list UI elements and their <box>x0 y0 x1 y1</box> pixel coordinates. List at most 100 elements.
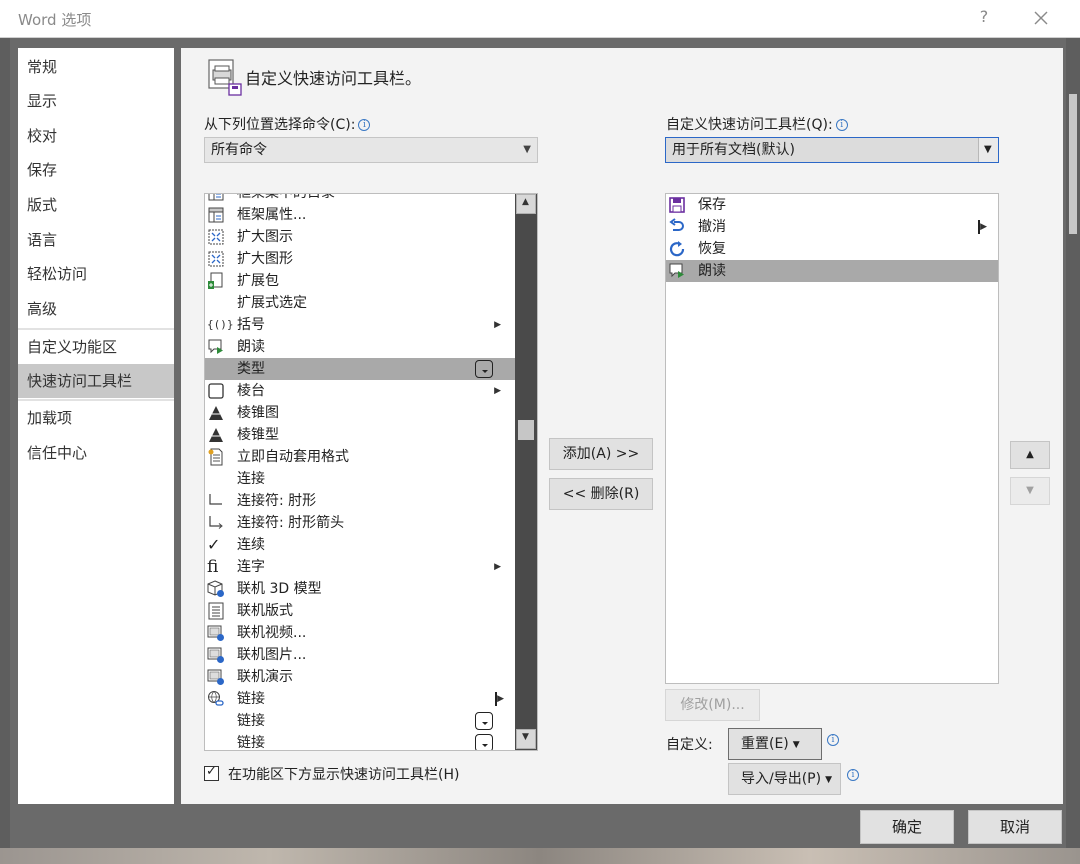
nav-item-general[interactable]: 常规 <box>18 50 174 84</box>
list-item[interactable]: 联机视频... <box>205 622 515 644</box>
list-item[interactable]: 扩展式选定 <box>205 292 515 314</box>
reset-dropdown[interactable]: 重置(E) ▼ <box>728 728 822 760</box>
scroll-down-button[interactable]: ▼ <box>516 729 536 749</box>
choose-commands-dropdown[interactable]: 所有命令 ▼ <box>204 137 538 163</box>
nav-item-display[interactable]: 显示 <box>18 84 174 118</box>
info-icon[interactable]: i <box>847 769 859 781</box>
list-item[interactable]: 棱锥图 <box>205 402 515 424</box>
list-item[interactable]: 朗读 <box>205 336 515 358</box>
show-below-ribbon-checkbox[interactable] <box>204 764 219 781</box>
toolbar-commands-list[interactable]: 保存 撤消 ▶ 恢复朗读 <box>665 193 999 684</box>
nav-item-layout[interactable]: 版式 <box>18 188 174 222</box>
list-item-label: 联机视频... <box>237 625 307 641</box>
list-item[interactable]: {()} 括号 ▶ <box>205 314 515 336</box>
list-item-label: 立即自动套用格式 <box>237 449 349 465</box>
list-item-label: 棱锥图 <box>237 405 279 421</box>
list-item-label: 联机演示 <box>237 669 293 685</box>
list-item-label: 棱锥型 <box>237 427 279 443</box>
nav-item-addins[interactable]: 加载项 <box>18 401 174 435</box>
choose-commands-value: 所有命令 <box>211 142 267 158</box>
frame-properties-icon <box>208 207 224 223</box>
list-item[interactable]: 棱台 ▶ <box>205 380 515 402</box>
list-item-label: 链接 <box>237 735 265 751</box>
expand-diagram-icon <box>208 229 224 245</box>
move-up-button[interactable]: ▲ <box>1010 441 1050 469</box>
read-aloud-icon <box>208 339 223 354</box>
info-icon[interactable]: i <box>827 734 839 746</box>
list-item[interactable]: ✓ 连续 <box>205 534 515 556</box>
remove-button[interactable]: << 删除(R) <box>549 478 653 510</box>
import-export-dropdown[interactable]: 导入/导出(P) ▼ <box>728 763 841 795</box>
customize-toolbar-dropdown[interactable]: 用于所有文档(默认) ▼ <box>665 137 999 163</box>
chevron-down-icon: ▼ <box>978 138 998 162</box>
chevron-down-icon: ▼ <box>523 144 531 155</box>
list-item-label: 扩展包 <box>237 273 279 289</box>
modify-button[interactable]: 修改(M)... <box>665 689 760 721</box>
list-item[interactable]: 联机演示 <box>205 666 515 688</box>
list-item[interactable]: 框架集中的目录 <box>205 194 515 204</box>
list-item[interactable]: 棱锥型 <box>205 424 515 446</box>
scrollbar-thumb[interactable] <box>518 420 534 440</box>
list-item[interactable]: 恢复 <box>666 238 998 260</box>
customize-toolbar-label: 自定义快速访问工具栏(Q): i <box>666 114 848 134</box>
nav-item-save[interactable]: 保存 <box>18 153 174 187</box>
list-item[interactable]: 扩大图形 <box>205 248 515 270</box>
cancel-button[interactable]: 取消 <box>968 810 1062 844</box>
list-item[interactable]: 撤消 ▶ <box>666 216 998 238</box>
help-button[interactable]: ? <box>974 7 994 26</box>
close-icon[interactable] <box>1028 4 1054 32</box>
background-scroll-grip <box>1069 94 1077 234</box>
show-below-ribbon-label[interactable]: 在功能区下方显示快速访问工具栏(H) <box>228 764 459 784</box>
list-item[interactable]: 保存 <box>666 194 998 216</box>
list-item[interactable]: 连接符: 肘形箭头 <box>205 512 515 534</box>
submenu-arrow-icon: ▶ <box>494 562 501 572</box>
import-export-label: 导入/导出(P) <box>741 771 822 787</box>
list-item-label: 朗读 <box>698 263 726 279</box>
online-3d-model-icon <box>207 580 224 597</box>
commands-list[interactable]: 框架集中的目录 框架属性... 扩大图示 扩大图形扩展包扩展式选定 {()} 括号 ▶ 朗读类… <box>204 193 538 751</box>
list-item-label: 括号 <box>237 317 265 333</box>
redo-icon <box>669 241 685 257</box>
list-item-label: 扩展式选定 <box>237 295 307 311</box>
move-down-button[interactable]: ▼ <box>1010 477 1050 505</box>
nav-item-accessibility[interactable]: 轻松访问 <box>18 257 174 291</box>
list-item-label: 连接 <box>237 471 265 487</box>
commands-list-scrollbar[interactable]: ▲ ▼ <box>515 194 537 750</box>
choose-commands-label-text: 从下列位置选择命令(C): <box>204 117 356 133</box>
list-item[interactable]: 扩大图示 <box>205 226 515 248</box>
list-item[interactable]: 连接符: 肘形 <box>205 490 515 512</box>
list-item[interactable]: 联机图片... <box>205 644 515 666</box>
nav-item-language[interactable]: 语言 <box>18 223 174 257</box>
autoformat-icon <box>208 448 223 466</box>
list-item[interactable]: 立即自动套用格式 <box>205 446 515 468</box>
info-icon[interactable]: i <box>835 119 848 131</box>
list-item[interactable]: 联机 3D 模型 <box>205 578 515 600</box>
list-item[interactable]: 链接 <box>205 710 515 732</box>
ok-button[interactable]: 确定 <box>860 810 954 844</box>
list-item[interactable]: ﬁ 连字 ▶ <box>205 556 515 578</box>
list-item[interactable]: 链接 <box>205 732 515 751</box>
list-item-label: 联机 3D 模型 <box>237 581 322 597</box>
background-window-right <box>1066 38 1080 864</box>
nav-item-proofing[interactable]: 校对 <box>18 119 174 153</box>
nav-item-quick-access-toolbar[interactable]: 快速访问工具栏 <box>18 364 174 398</box>
chevron-down-icon: ▼ <box>792 740 800 750</box>
list-item[interactable]: 框架属性... <box>205 204 515 226</box>
list-item[interactable]: 连接 <box>205 468 515 490</box>
list-item-label: 棱台 <box>237 383 265 399</box>
nav-item-customize-ribbon[interactable]: 自定义功能区 <box>18 330 174 364</box>
submenu-arrow-icon: ▶ <box>497 694 504 704</box>
list-item[interactable]: 联机版式 <box>205 600 515 622</box>
add-button[interactable]: 添加(A) >> <box>549 438 653 470</box>
list-item[interactable]: 朗读 <box>666 260 998 282</box>
list-item-label: 联机版式 <box>237 603 293 619</box>
list-item[interactable]: 扩展包 <box>205 270 515 292</box>
pyramid-chart-icon <box>209 406 223 420</box>
submenu-arrow-icon: ▶ <box>494 386 501 396</box>
list-item[interactable]: 链接 ▶ <box>205 688 515 710</box>
scroll-up-button[interactable]: ▲ <box>516 194 536 214</box>
nav-item-trust-center[interactable]: 信任中心 <box>18 436 174 470</box>
list-item[interactable]: 类型 <box>205 358 515 380</box>
nav-item-advanced[interactable]: 高级 <box>18 292 174 326</box>
info-icon[interactable]: i <box>358 119 371 131</box>
